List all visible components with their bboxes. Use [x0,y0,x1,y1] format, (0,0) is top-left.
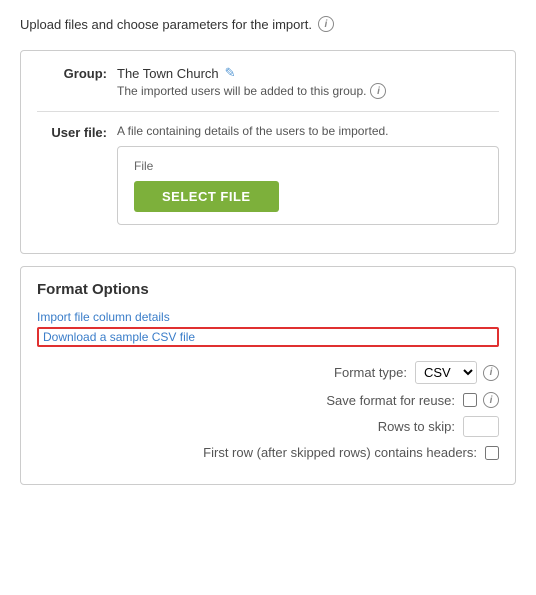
group-subtitle-text: The imported users will be added to this… [117,84,366,98]
page-container: Upload files and choose parameters for t… [0,0,536,501]
save-format-label: Save format for reuse: [326,393,455,408]
links-section: Import file column details Download a sa… [37,310,499,347]
save-format-info-icon[interactable]: i [483,392,499,408]
first-row-checkbox[interactable] [485,446,499,460]
group-row: Group: The Town Church ✎ The imported us… [37,65,499,99]
import-file-column-details-link[interactable]: Import file column details [37,310,499,324]
group-name-row: The Town Church ✎ [117,65,499,81]
header-description: Upload files and choose parameters for t… [20,17,312,32]
group-subtitle: The imported users will be added to this… [117,83,499,99]
save-format-row: Save format for reuse: i [37,392,499,408]
first-row-value [485,446,499,460]
user-file-content: A file containing details of the users t… [117,124,499,225]
format-type-label: Format type: [334,365,407,380]
rows-to-skip-row: Rows to skip: 0 [37,416,499,437]
user-file-label: User file: [37,124,117,140]
file-box: File SELECT FILE [117,146,499,225]
format-type-select[interactable]: CSV Excel TSV [415,361,477,384]
group-info-icon[interactable]: i [370,83,386,99]
edit-group-icon[interactable]: ✎ [225,65,236,81]
save-format-value: i [463,392,499,408]
file-box-title: File [134,159,153,173]
group-content: The Town Church ✎ The imported users wil… [117,65,499,99]
top-form-section: Group: The Town Church ✎ The imported us… [20,50,516,254]
group-label: Group: [37,65,117,81]
user-file-description: A file containing details of the users t… [117,124,499,138]
format-options-box: Format Options Import file column detail… [20,266,516,485]
select-file-button[interactable]: SELECT FILE [134,181,279,212]
rows-to-skip-input[interactable]: 0 [463,416,499,437]
format-type-value: CSV Excel TSV i [415,361,499,384]
rows-to-skip-value: 0 [463,416,499,437]
download-sample-csv-link[interactable]: Download a sample CSV file [37,327,499,347]
first-row-label: First row (after skipped rows) contains … [203,445,477,460]
rows-to-skip-label: Rows to skip: [378,419,455,434]
user-file-row: User file: A file containing details of … [37,124,499,225]
divider-1 [37,111,499,112]
save-format-checkbox[interactable] [463,393,477,407]
first-row-row: First row (after skipped rows) contains … [37,445,499,460]
group-name-text: The Town Church [117,66,219,81]
format-options-title: Format Options [37,281,499,298]
header-row: Upload files and choose parameters for t… [20,16,516,32]
header-info-icon[interactable]: i [318,16,334,32]
format-type-info-icon[interactable]: i [483,365,499,381]
format-type-row: Format type: CSV Excel TSV i [37,361,499,384]
